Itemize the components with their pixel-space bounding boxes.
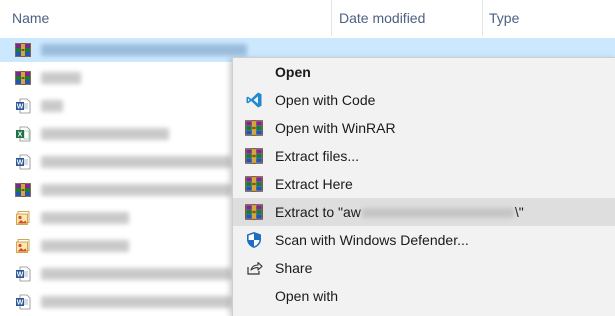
redacted-folder-name: [361, 208, 514, 219]
winrar-archive-icon: [15, 42, 31, 58]
column-type-header[interactable]: Type: [489, 0, 519, 36]
redacted-file-name: [41, 100, 63, 112]
menu-item-scan-defender[interactable]: Scan with Windows Defender...: [233, 226, 615, 254]
menu-item-extract-files[interactable]: Extract files...: [233, 142, 615, 170]
windows-defender-icon: [245, 231, 263, 249]
column-divider[interactable]: [482, 0, 483, 36]
menu-item-label: Extract files...: [275, 148, 360, 164]
word-document-icon: [15, 294, 31, 310]
winrar-icon: [245, 175, 263, 193]
winrar-icon: [245, 203, 263, 221]
winrar-icon: [245, 147, 263, 165]
redacted-file-name: [41, 156, 231, 168]
menu-item-label: Share: [275, 260, 313, 276]
redacted-file-name: [41, 296, 231, 308]
menu-item-open-with-winrar[interactable]: Open with WinRAR: [233, 114, 615, 142]
winrar-archive-icon: [15, 70, 31, 86]
excel-spreadsheet-icon: [15, 126, 31, 142]
column-name-header[interactable]: Name: [12, 0, 49, 36]
redacted-file-name: [41, 212, 129, 224]
image-file-icon: [15, 238, 31, 254]
menu-item-label: Extract Here: [275, 176, 353, 192]
vscode-icon: [245, 91, 263, 109]
image-file-icon: [15, 210, 31, 226]
menu-item-open-with[interactable]: Open with: [233, 282, 615, 310]
column-date-modified-header[interactable]: Date modified: [339, 0, 425, 36]
menu-item-label: Scan with Windows Defender...: [275, 232, 469, 248]
word-document-icon: [15, 266, 31, 282]
redacted-file-name: [41, 128, 169, 140]
context-menu: Open Open with Code Open with WinRAR Ext…: [232, 57, 615, 316]
winrar-icon: [245, 119, 263, 137]
redacted-file-name: [41, 184, 231, 196]
redacted-file-name: [41, 44, 247, 56]
menu-item-label: Open with WinRAR: [275, 120, 396, 136]
winrar-archive-icon: [15, 182, 31, 198]
extract-to-suffix: \": [514, 204, 524, 220]
column-header: Name Date modified Type: [0, 0, 615, 36]
redacted-file-name: [41, 72, 81, 84]
word-document-icon: [15, 98, 31, 114]
share-icon: [245, 259, 263, 277]
word-document-icon: [15, 154, 31, 170]
extract-to-prefix: Extract to "aw: [275, 204, 361, 220]
menu-item-extract-here[interactable]: Extract Here: [233, 170, 615, 198]
menu-item-share[interactable]: Share: [233, 254, 615, 282]
menu-item-label: Extract to "aw \": [275, 198, 524, 226]
redacted-file-name: [41, 268, 231, 280]
column-divider[interactable]: [331, 0, 332, 36]
redacted-file-name: [41, 240, 129, 252]
menu-item-open[interactable]: Open: [233, 58, 615, 86]
menu-item-label: Open: [275, 64, 311, 80]
menu-item-label: Open with: [275, 288, 339, 304]
menu-item-open-with-code[interactable]: Open with Code: [233, 86, 615, 114]
menu-item-label: Open with Code: [275, 92, 376, 108]
menu-item-extract-to[interactable]: Extract to "aw \": [233, 198, 615, 226]
